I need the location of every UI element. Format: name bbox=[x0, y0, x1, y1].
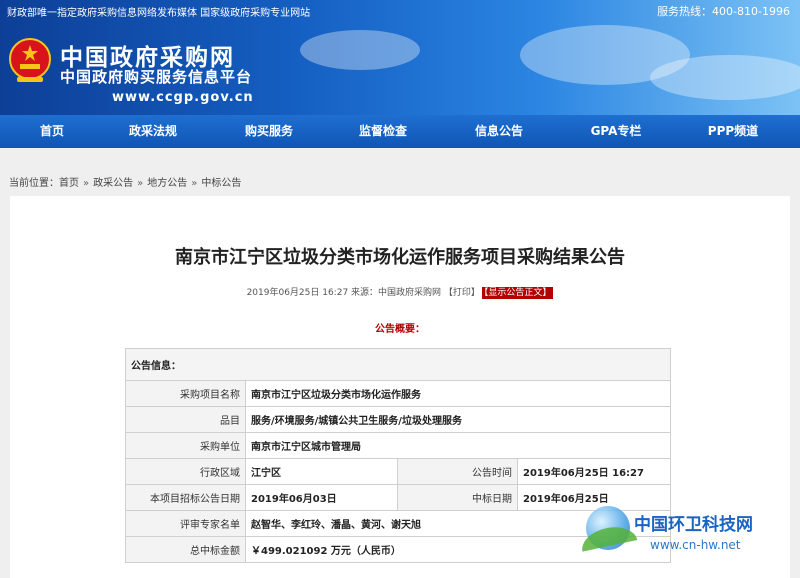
watermark-title: 中国环卫科技网 bbox=[634, 515, 753, 535]
table-row: 品目 服务/环境服务/城镇公共卫生服务/垃圾处理服务 bbox=[125, 406, 671, 433]
table-value: 2019年06月25日 bbox=[517, 484, 671, 511]
table-label: 评审专家名单 bbox=[125, 510, 246, 537]
show-announcement-button[interactable]: 【显示公告正文】 bbox=[481, 287, 554, 299]
table-row: 采购单位 南京市江宁区城市管理局 bbox=[125, 432, 671, 459]
table-label: 公告时间 bbox=[397, 458, 518, 485]
breadcrumb: 当前位置：首页» 政采公告» 地方公告» 中标公告 bbox=[9, 174, 241, 189]
breadcrumb-prefix: 当前位置： bbox=[9, 178, 59, 189]
nav-item-purchase-services[interactable]: 购买服务 bbox=[232, 115, 306, 148]
table-value: 南京市江宁区垃圾分类市场化运作服务 bbox=[245, 380, 671, 407]
national-emblem-icon bbox=[9, 38, 51, 82]
breadcrumb-award[interactable]: 中标公告 bbox=[201, 178, 241, 189]
breadcrumb-separator: » bbox=[137, 178, 144, 189]
table-row: 行政区域 江宁区 公告时间 2019年06月25日 16:27 bbox=[125, 458, 671, 485]
breadcrumb-announcements[interactable]: 政采公告 bbox=[93, 178, 133, 189]
table-label: 行政区域 bbox=[125, 458, 246, 485]
header-cloud-decoration bbox=[300, 30, 420, 70]
table-row: 公告信息： bbox=[125, 348, 671, 381]
header-cloud-decoration bbox=[650, 55, 800, 100]
breadcrumb-home[interactable]: 首页 bbox=[59, 178, 79, 189]
site-header: 财政部唯一指定政府采购信息网络发布媒体 国家级政府采购专业网站 服务热线：400… bbox=[0, 0, 800, 115]
table-value: 江宁区 bbox=[245, 458, 398, 485]
table-label: 中标日期 bbox=[397, 484, 518, 511]
nav-item-supervision[interactable]: 监督检查 bbox=[346, 115, 420, 148]
summary-heading: 公告概要： bbox=[375, 324, 425, 335]
nav-item-gpa[interactable]: GPA专栏 bbox=[580, 115, 652, 148]
table-row: 采购项目名称 南京市江宁区垃圾分类市场化运作服务 bbox=[125, 380, 671, 407]
breadcrumb-local[interactable]: 地方公告 bbox=[147, 178, 187, 189]
table-label: 本项目招标公告日期 bbox=[125, 484, 246, 511]
table-label: 总中标金额 bbox=[125, 536, 246, 563]
site-slogan: 财政部唯一指定政府采购信息网络发布媒体 国家级政府采购专业网站 bbox=[7, 8, 311, 19]
table-label: 品目 bbox=[125, 406, 246, 433]
table-value: 2019年06月25日 16:27 bbox=[517, 458, 671, 485]
breadcrumb-separator: » bbox=[83, 178, 90, 189]
table-value: 服务/环境服务/城镇公共卫生服务/垃圾处理服务 bbox=[245, 406, 671, 433]
top-bar: 财政部唯一指定政府采购信息网络发布媒体 国家级政府采购专业网站 服务热线：400… bbox=[0, 0, 800, 20]
article-meta-text: 2019年06月25日 16:27 来源：中国政府采购网 【打印】 bbox=[246, 288, 480, 298]
site-logo-url: www.ccgp.gov.cn bbox=[112, 90, 254, 105]
breadcrumb-separator: » bbox=[191, 178, 198, 189]
table-label: 采购项目名称 bbox=[125, 380, 246, 407]
table-row: 本项目招标公告日期 2019年06月03日 中标日期 2019年06月25日 bbox=[125, 484, 671, 511]
nav-item-home[interactable]: 首页 bbox=[18, 115, 86, 148]
article-title: 南京市江宁区垃圾分类市场化运作服务项目采购结果公告 bbox=[175, 247, 625, 268]
main-nav: 首页 政采法规 购买服务 监督检查 信息公告 GPA专栏 PPP频道 bbox=[0, 115, 800, 148]
table-section-title: 公告信息： bbox=[125, 348, 671, 381]
nav-item-regulations[interactable]: 政采法规 bbox=[118, 115, 188, 148]
article-meta: 2019年06月25日 16:27 来源：中国政府采购网 【打印】 【显示公告正文… bbox=[0, 285, 800, 299]
site-logo-subtitle: 中国政府购买服务信息平台 bbox=[60, 68, 253, 86]
watermark-url: www.cn-hw.net bbox=[650, 538, 741, 552]
table-value: 南京市江宁区城市管理局 bbox=[245, 432, 671, 459]
nav-item-announcements[interactable]: 信息公告 bbox=[463, 115, 535, 148]
table-label: 采购单位 bbox=[125, 432, 246, 459]
table-value: 2019年06月03日 bbox=[245, 484, 398, 511]
nav-item-ppp[interactable]: PPP频道 bbox=[696, 115, 770, 148]
service-hotline: 服务热线：400-810-1996 bbox=[657, 5, 790, 18]
